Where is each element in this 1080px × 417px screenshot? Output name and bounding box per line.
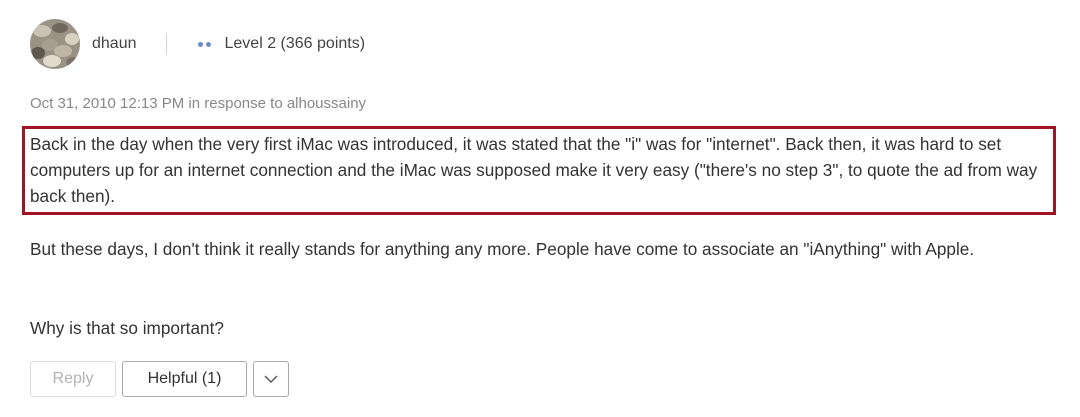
avatar[interactable] xyxy=(30,19,80,69)
author-level: Level 2 (366 points) xyxy=(225,35,366,53)
post-header: dhaun Level 2 (366 points) xyxy=(30,18,365,70)
post-paragraph-3: Why is that so important? xyxy=(30,318,224,338)
more-options-button[interactable] xyxy=(253,361,289,397)
reply-button[interactable]: Reply xyxy=(30,361,116,397)
post-paragraph-1: Back in the day when the very first iMac… xyxy=(30,134,1038,206)
post-paragraph-2: But these days, I don't think it really … xyxy=(30,239,975,259)
level-points: (366 points) xyxy=(280,35,366,52)
author-username[interactable]: dhaun xyxy=(92,35,137,53)
level-dots-icon xyxy=(197,41,211,47)
helpful-button[interactable]: Helpful (1) xyxy=(122,361,247,397)
header-divider xyxy=(165,33,167,55)
post-meta: Oct 31, 2010 12:13 PM in response to alh… xyxy=(30,95,367,112)
chevron-down-icon xyxy=(264,375,278,383)
post-actions: Reply Helpful (1) xyxy=(30,361,289,397)
level-label: Level 2 xyxy=(224,35,277,52)
